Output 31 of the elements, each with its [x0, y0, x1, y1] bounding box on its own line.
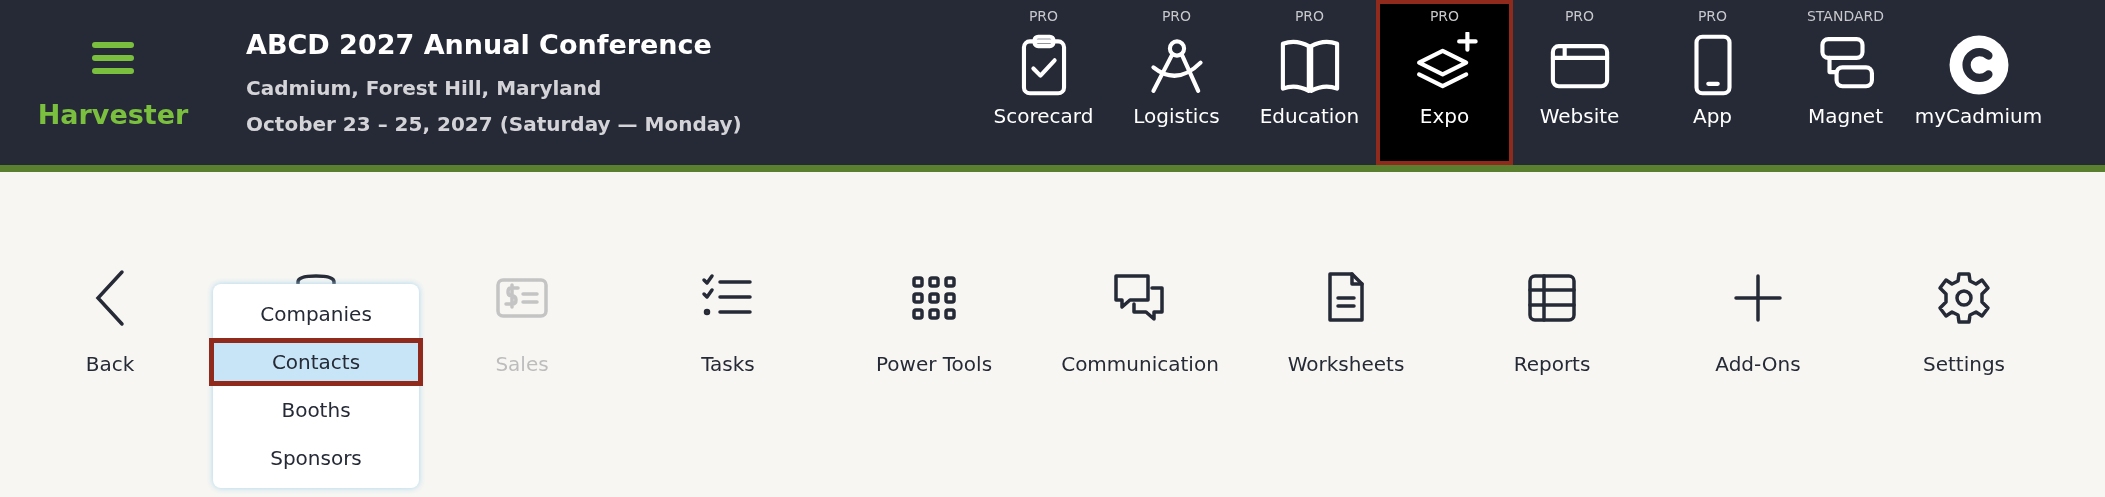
product-tab[interactable]: PRO Expo [1376, 0, 1513, 165]
brand-name: Harvester [37, 99, 189, 130]
menu-item[interactable]: Booths [213, 386, 419, 434]
nav-item[interactable]: Tasks [625, 268, 831, 376]
product-tab[interactable]: PRO Logistics [1110, 0, 1243, 165]
tier-label: STANDARD [1807, 8, 1884, 26]
nav-item[interactable]: Power Tools [831, 268, 1037, 376]
event-title: ABCD 2027 Annual Conference [246, 29, 713, 60]
menu-item[interactable]: Contacts [209, 338, 423, 386]
event-location: Cadmium, Forest Hill, Maryland [246, 76, 603, 100]
menu-item[interactable]: Sponsors [213, 434, 419, 482]
product-tab[interactable]: myCadmium [1912, 0, 2045, 165]
tier-label: PRO [1564, 8, 1595, 26]
product-tab[interactable]: PRO App [1646, 0, 1779, 165]
tier-label: PRO [1161, 8, 1192, 26]
nav-item[interactable]: Reports [1449, 268, 1655, 376]
nav-item[interactable]: Add-Ons [1655, 268, 1861, 376]
event-dates: October 23 – 25, 2027 (Saturday — Monday) [246, 112, 742, 136]
tier-label: PRO [1294, 8, 1325, 26]
nav-item[interactable]: Settings [1861, 268, 2067, 376]
nav-item[interactable]: Worksheets [1243, 268, 1449, 376]
menu-item[interactable]: Companies [213, 290, 419, 338]
tier-label: PRO [1697, 8, 1728, 26]
product-tab[interactable]: PRO Scorecard [977, 0, 1110, 165]
tier-label: PRO [1028, 8, 1059, 26]
product-tab[interactable]: PRO Education [1243, 0, 1376, 165]
product-tab[interactable]: PRO Website [1513, 0, 1646, 165]
menu-icon[interactable] [91, 41, 135, 75]
product-tab[interactable]: STANDARD Magnet [1779, 0, 1912, 165]
nav-item[interactable]: Communication [1037, 268, 1243, 376]
tier-label: PRO [1429, 8, 1460, 26]
